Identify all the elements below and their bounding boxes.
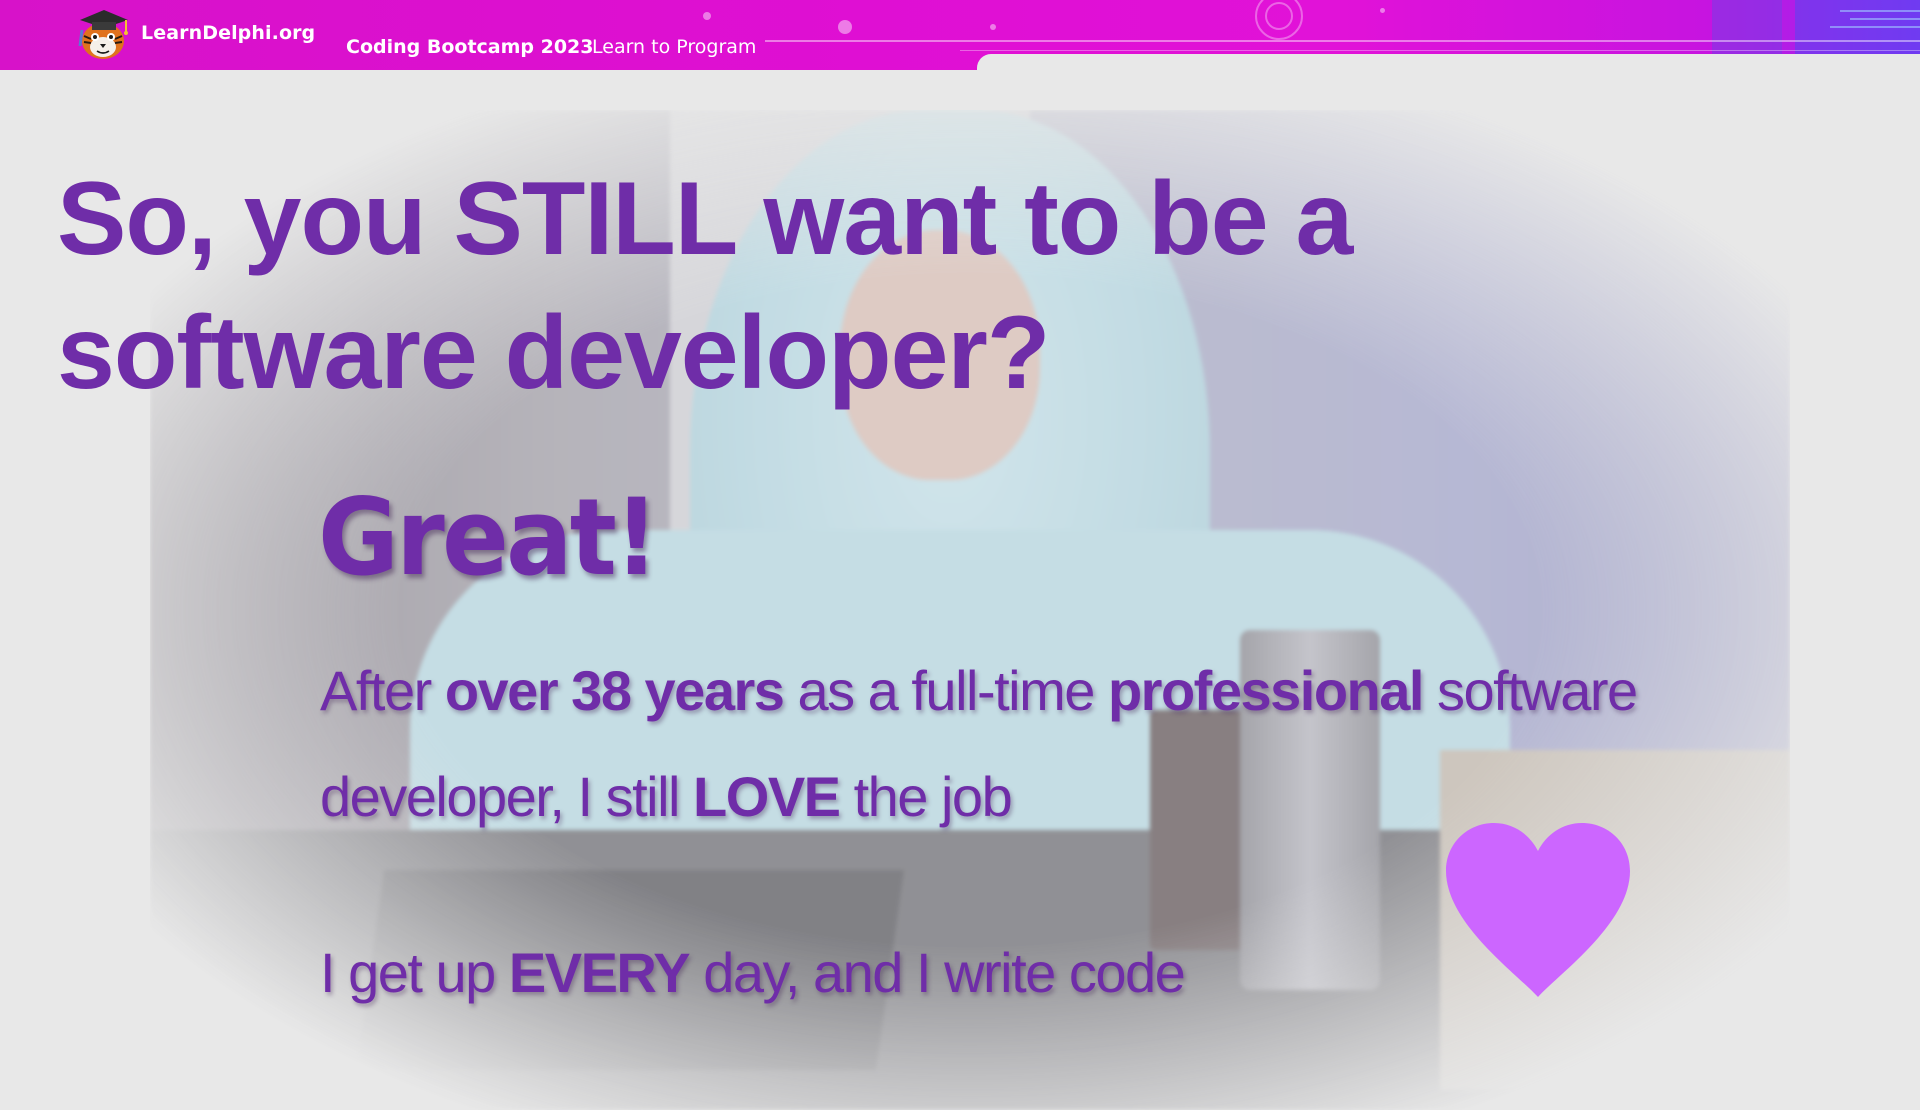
content-tab-edge <box>977 54 1920 70</box>
banner-divider-line <box>765 40 1920 42</box>
course-title: Coding Bootcamp 2023 <box>346 36 594 58</box>
paragraph-text: day, and I write code <box>689 941 1186 1004</box>
paragraph-text: as a full-time <box>783 659 1108 722</box>
banner-divider-line <box>960 50 1920 51</box>
banner-decoration <box>1830 26 1920 28</box>
brand-name[interactable]: LearnDelphi.org <box>141 22 315 44</box>
banner-decoration <box>838 20 852 34</box>
paragraph-emphasis: LOVE <box>693 765 841 828</box>
banner-decoration <box>703 12 711 20</box>
paragraph-emphasis: EVERY <box>508 941 691 1004</box>
paragraph-emphasis: professional <box>1107 659 1424 722</box>
banner-decoration <box>1265 2 1293 30</box>
paragraph-experience: After over 38 years as a full-time profe… <box>320 638 1760 850</box>
paragraph-text: After <box>320 659 445 722</box>
banner-decoration <box>1380 8 1385 13</box>
banner-decoration <box>1712 0 1782 54</box>
paragraph-daily-code: I get up EVERY day, and I write code <box>320 920 1420 1026</box>
heart-icon <box>1446 823 1630 997</box>
slide-exclamation: Great! <box>318 476 659 599</box>
banner-decoration <box>1840 10 1920 12</box>
course-subtitle: Learn to Program <box>592 36 757 58</box>
paragraph-text: the job <box>839 765 1013 828</box>
tiger-graduate-logo-icon[interactable] <box>74 6 132 60</box>
paragraph-emphasis: over 38 years <box>444 659 785 722</box>
paragraph-text: I get up <box>320 941 509 1004</box>
banner-decoration <box>1850 18 1920 20</box>
header-banner: LearnDelphi.org Coding Bootcamp 2023 Lea… <box>0 0 1920 70</box>
slide-headline: So, you STILL want to be a software deve… <box>57 161 1353 411</box>
banner-decoration <box>990 24 996 30</box>
